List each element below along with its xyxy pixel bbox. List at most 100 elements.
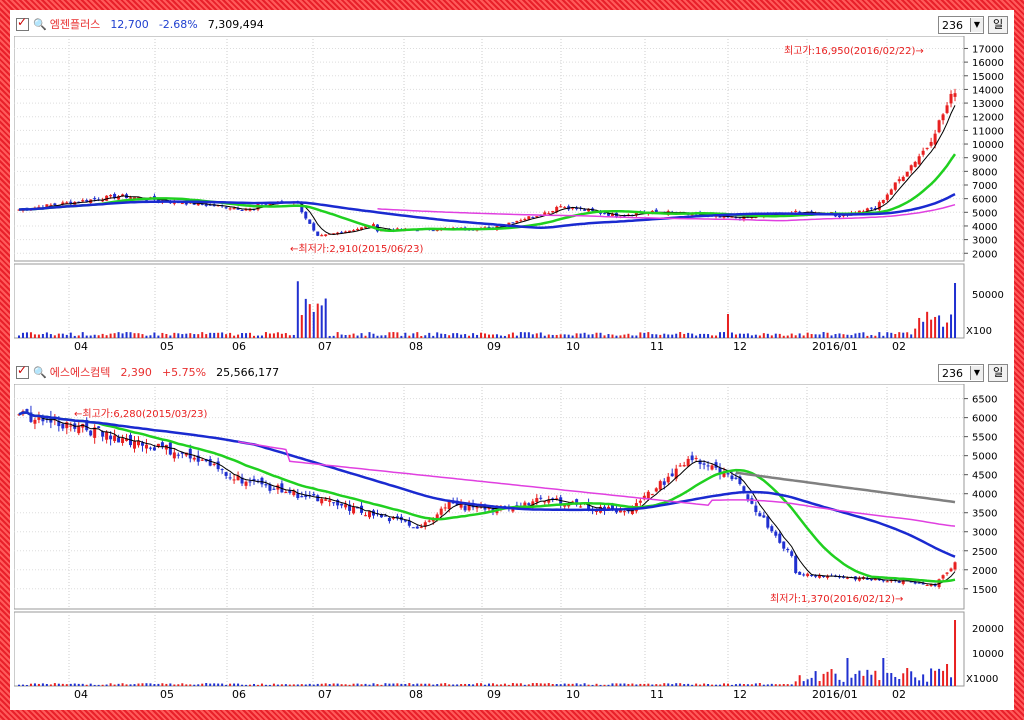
chart1-volume-bar	[738, 333, 741, 338]
chart2-candle	[77, 425, 81, 434]
chart1-volume-bar	[61, 333, 64, 338]
chart1-volume-bar	[77, 335, 80, 338]
chart1-volume-bar	[603, 335, 606, 338]
chart1-volume-bar	[786, 335, 789, 338]
chart2-vol-tick: 10000	[972, 649, 1004, 660]
chart1-volume-bar	[384, 335, 387, 338]
chart2-candle	[200, 459, 204, 461]
chart2-volume-bar	[882, 658, 885, 686]
chart2-volume-bar	[193, 684, 196, 686]
chart1-candle	[523, 218, 527, 221]
chevron-down-icon[interactable]: ▼	[970, 18, 983, 32]
chart2-candle	[658, 481, 662, 490]
chart1-volume-pane	[14, 263, 965, 339]
chart1-volume-bar	[145, 335, 148, 338]
chart1-period-select[interactable]: 236 ▼	[938, 16, 984, 34]
chart1-volume-bar	[810, 334, 813, 338]
search-icon[interactable]: 🔍	[33, 18, 47, 31]
chart2-period-unit-button[interactable]: 일	[988, 364, 1008, 382]
chart2-candle	[650, 494, 654, 496]
chart1-volume-bar	[591, 334, 594, 338]
chart2-volume-bar	[412, 684, 415, 686]
chart2-candle	[646, 491, 650, 499]
chart1-volume-bar	[57, 333, 60, 338]
chart1-volume-bar	[631, 335, 634, 338]
chart1-volume-bar	[575, 333, 578, 338]
chart2-volume-bar	[671, 684, 674, 686]
chart1-volume-bar	[719, 332, 722, 338]
chart2-volume-bar	[304, 684, 307, 686]
chevron-down-icon[interactable]: ▼	[970, 366, 983, 380]
chart2-low-label: 최저가:1,370(2016/02/12)→	[770, 593, 903, 605]
chart2-candle	[113, 435, 117, 442]
chart1-volume-bar	[444, 334, 447, 338]
chart2-candle	[917, 582, 921, 584]
chart2-candle	[443, 507, 447, 509]
chart2-volume-bar	[846, 658, 849, 686]
chart1-x-tick: 12	[733, 340, 747, 353]
chart1-plot: 04 05 06 07 08 09 10 11 12 2016/01 02 17000 16000 150…	[14, 36, 1004, 353]
chart2-volume-bar	[272, 683, 275, 686]
chart1-stock-name[interactable]: 엠젠플러스	[50, 16, 101, 32]
chart1-volume: 7,309,494	[207, 17, 264, 31]
chart2-x-tick: 08	[409, 688, 423, 701]
chart2-volume-bar	[169, 683, 172, 686]
chart1-volume-bar	[886, 332, 889, 338]
chart2-volume-bar	[778, 684, 781, 686]
chart2-volume-bar	[587, 684, 590, 686]
chart2-volume-bar	[850, 677, 853, 686]
chart1-volume-bar	[818, 334, 821, 338]
chart2-stock-name[interactable]: 에스에스컴텍	[50, 364, 111, 380]
chart1-volume-bar	[595, 332, 598, 338]
chart2-volume-bar	[946, 664, 949, 686]
chart2-candle	[802, 574, 806, 576]
chart1-volume-bar	[802, 335, 805, 338]
chart2-vol-tick: 20000	[972, 624, 1004, 635]
chart2-volume-bar	[376, 684, 379, 686]
chart2-candle	[109, 435, 113, 440]
chart1-candle	[838, 215, 842, 218]
chart2-volume-bar	[233, 683, 236, 686]
chart2-volume-bar	[129, 684, 132, 686]
chart2-volume-bar	[189, 684, 192, 686]
chart1-candle	[324, 234, 328, 236]
chart1-volume-bar	[69, 332, 72, 338]
chart1-checkbox[interactable]	[16, 15, 29, 31]
chart2-volume-bar	[643, 683, 646, 686]
chart2-checkbox[interactable]	[16, 363, 29, 379]
chart1-candle	[232, 207, 236, 210]
chart1-candle	[356, 228, 360, 230]
chart2-volume-bar	[217, 683, 220, 686]
chart2-volume-bar	[874, 670, 877, 686]
chart1-x-tick: 07	[318, 340, 332, 353]
chart1-change: -2.68%	[158, 17, 198, 31]
chart1-volume-bar	[846, 334, 849, 338]
chart2-period-select[interactable]: 236 ▼	[938, 364, 984, 382]
chart2-volume-bar	[85, 684, 88, 686]
chart1-candle	[905, 171, 909, 177]
chart2-candle	[419, 526, 423, 528]
chart2-volume-bar	[241, 684, 244, 686]
chart1-volume-bar	[687, 332, 690, 338]
chart1-volume-bar	[695, 335, 698, 338]
chart1-volume-bar	[292, 334, 295, 338]
chart1-volume-bar	[476, 334, 479, 338]
chart2-candle	[606, 506, 610, 509]
chart2-candle	[144, 444, 148, 449]
search-icon[interactable]: 🔍	[33, 366, 47, 379]
chart2-volume-bar	[623, 683, 626, 686]
chart1-volume-bar	[715, 335, 718, 338]
chart1-volume-bar	[543, 335, 546, 338]
chart2-volume-bar	[786, 684, 789, 686]
chart2-x-tick: 09	[487, 688, 501, 701]
chart1-volume-bar	[49, 334, 52, 338]
chart1-volume-bar	[683, 333, 686, 338]
chart2-x-tick: 07	[318, 688, 332, 701]
chart1-period-unit-button[interactable]: 일	[988, 16, 1008, 34]
chart2-volume-pane	[14, 611, 965, 687]
chart2-volume-bar	[754, 683, 757, 686]
chart1-volume-bar	[559, 334, 562, 338]
chart1-volume-bar	[129, 332, 132, 338]
chart1-volume-bar	[97, 335, 100, 338]
chart2-volume-bar	[730, 684, 733, 686]
